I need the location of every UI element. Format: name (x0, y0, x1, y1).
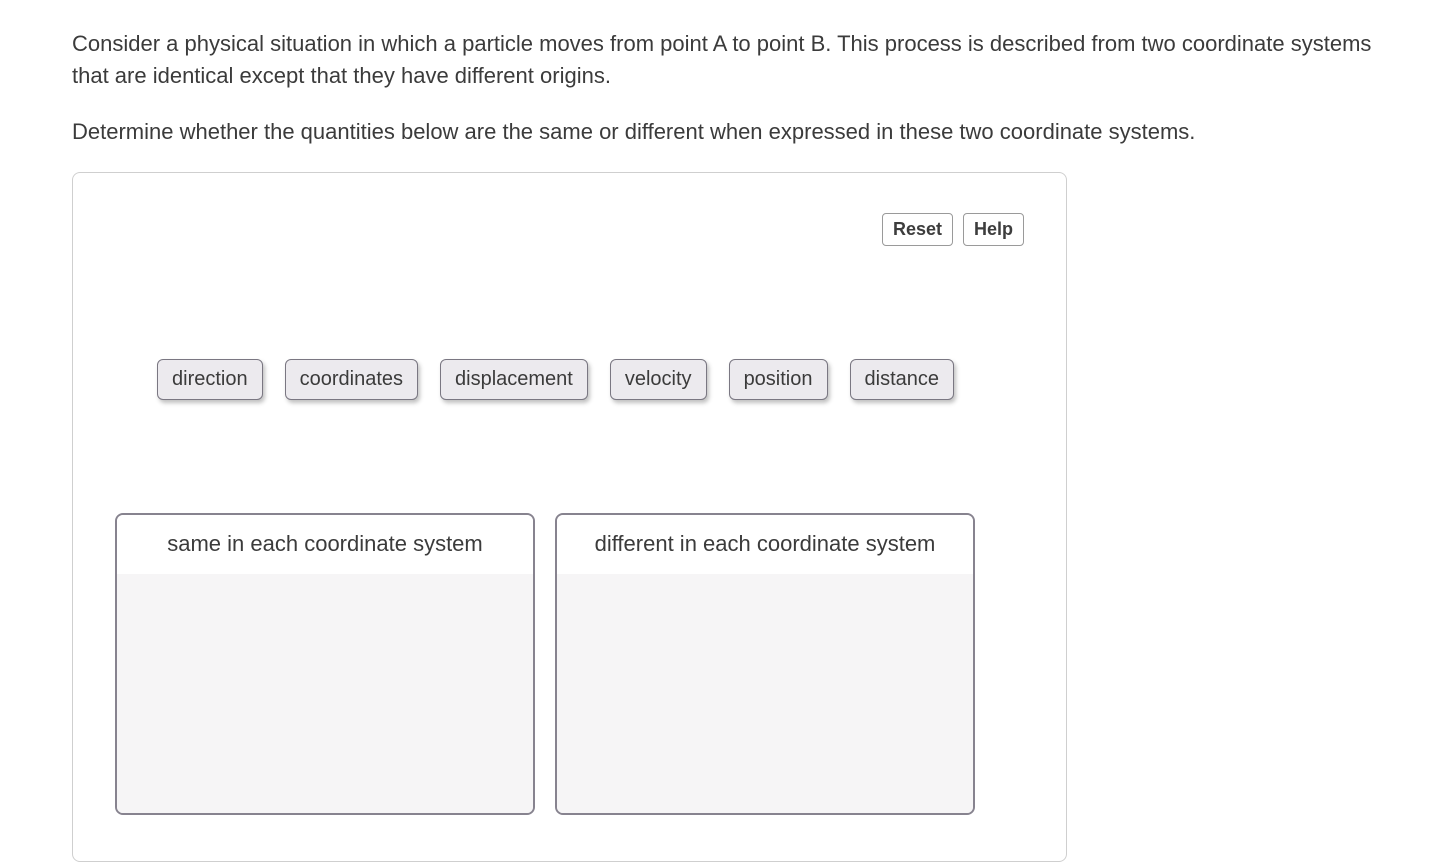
chip-displacement[interactable]: displacement (440, 359, 588, 400)
question-para-1: Consider a physical situation in which a… (72, 28, 1392, 92)
bin-same[interactable]: same in each coordinate system (115, 513, 535, 815)
chip-direction[interactable]: direction (157, 359, 263, 400)
bin-same-header: same in each coordinate system (117, 515, 533, 575)
help-button[interactable]: Help (963, 213, 1024, 246)
top-buttons: Reset Help (882, 213, 1024, 246)
reset-button[interactable]: Reset (882, 213, 953, 246)
chips-row: direction coordinates displacement veloc… (157, 359, 954, 400)
chip-distance[interactable]: distance (850, 359, 955, 400)
chip-position[interactable]: position (729, 359, 828, 400)
chip-coordinates[interactable]: coordinates (285, 359, 418, 400)
question-para-2: Determine whether the quantities below a… (72, 116, 1392, 148)
bin-different-body[interactable] (557, 574, 973, 812)
chip-velocity[interactable]: velocity (610, 359, 707, 400)
activity-panel: Reset Help direction coordinates displac… (72, 172, 1067, 862)
bins-row: same in each coordinate system different… (115, 513, 975, 815)
question-text: Consider a physical situation in which a… (72, 28, 1392, 148)
bin-different[interactable]: different in each coordinate system (555, 513, 975, 815)
bin-different-header: different in each coordinate system (557, 515, 973, 575)
bin-same-body[interactable] (117, 574, 533, 812)
